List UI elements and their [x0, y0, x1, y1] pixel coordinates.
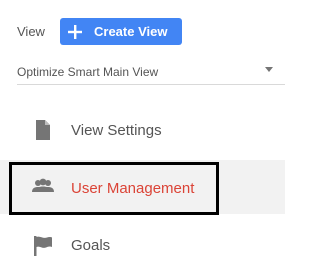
caret-down-icon — [265, 67, 273, 72]
document-icon — [36, 120, 50, 140]
create-view-label: Create View — [94, 24, 168, 39]
create-view-button[interactable]: Create View — [60, 18, 182, 45]
menu-item-view-settings[interactable]: View Settings — [0, 108, 285, 152]
menu-item-user-management[interactable]: User Management — [0, 160, 285, 214]
menu-item-label: Goals — [71, 237, 111, 254]
view-select-value: Optimize Smart Main View — [17, 65, 159, 79]
plus-icon — [68, 24, 82, 39]
menu-item-goals[interactable]: Goals — [0, 222, 285, 262]
users-icon — [32, 178, 54, 192]
view-label: View — [17, 24, 45, 39]
menu-item-label: View Settings — [71, 122, 162, 139]
view-select[interactable]: Optimize Smart Main View — [17, 57, 285, 85]
menu-item-label: User Management — [71, 180, 195, 197]
flag-icon — [34, 236, 52, 256]
